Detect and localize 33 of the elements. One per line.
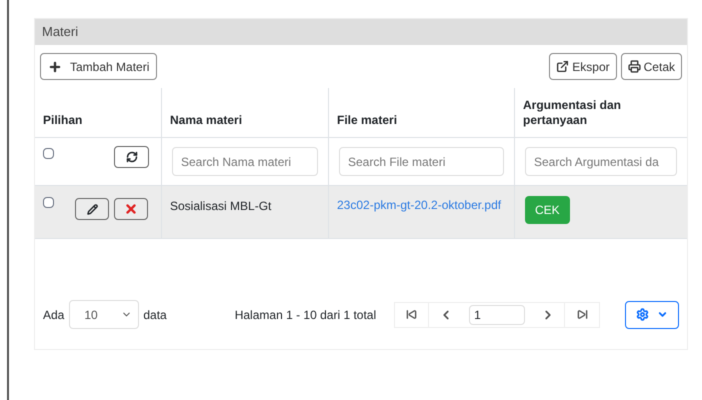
delete-button[interactable] xyxy=(114,198,148,220)
last-page-icon xyxy=(576,309,588,320)
add-button[interactable]: Tambah Materi xyxy=(40,53,158,80)
search-field[interactable]: Search Nama materi xyxy=(172,147,318,176)
footer-label: data xyxy=(143,306,167,324)
export-button[interactable]: Ekspor xyxy=(549,53,617,80)
column-header: Nama materi xyxy=(170,113,242,128)
page-field[interactable]: 1 xyxy=(469,304,526,324)
footer-label: Ada xyxy=(43,306,64,324)
column-header: File materi xyxy=(337,113,398,128)
printer-icon xyxy=(628,60,641,73)
print-button[interactable]: Cetak xyxy=(620,53,682,80)
pencil-icon xyxy=(86,204,98,214)
export-icon xyxy=(556,60,570,73)
checkbox[interactable] xyxy=(43,148,54,159)
caret-icon xyxy=(657,309,668,320)
column-header: Pilihan xyxy=(43,113,82,128)
settings-icon xyxy=(636,308,649,321)
refresh-button[interactable] xyxy=(114,146,149,168)
close-icon xyxy=(124,202,138,216)
search-field[interactable]: Search File materi xyxy=(339,147,504,176)
panel-header: Materi xyxy=(35,19,687,45)
edit-button[interactable] xyxy=(75,198,109,220)
page-summary: Halaman 1 - 10 dari 1 total xyxy=(234,306,376,324)
first-page-icon xyxy=(406,309,418,320)
plus-icon xyxy=(48,60,62,74)
search-field[interactable]: Search Argumentasi da xyxy=(525,147,677,176)
refresh-icon xyxy=(126,151,138,163)
column-header: Argumentasi dan pertanyaan xyxy=(523,98,622,128)
settings-button[interactable] xyxy=(625,300,679,328)
page-size-select[interactable]: 10 xyxy=(69,300,140,329)
checkbox[interactable] xyxy=(43,197,54,208)
table-cell: Sosialisasi MBL-Gt xyxy=(170,199,272,213)
